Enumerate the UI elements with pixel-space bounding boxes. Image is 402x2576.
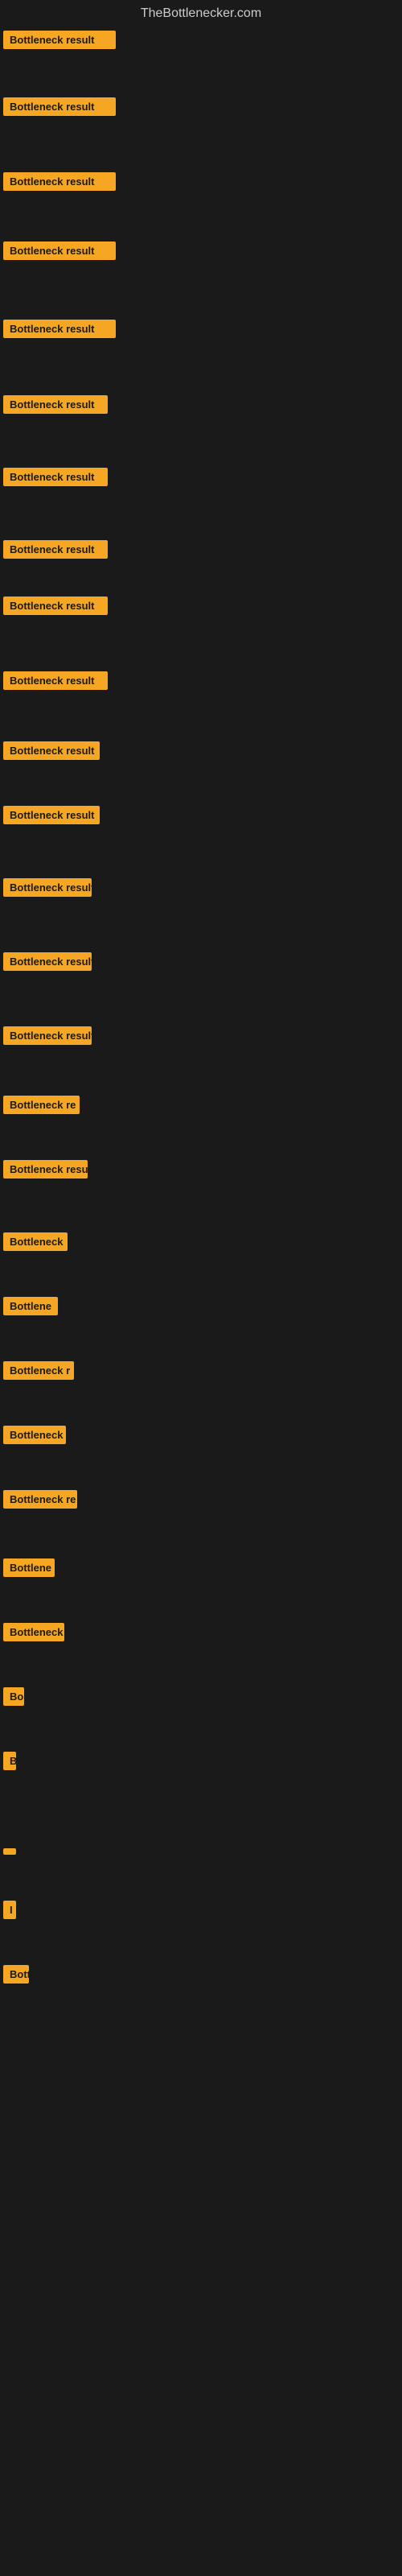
bottleneck-label: Bottlene <box>3 1297 58 1315</box>
bottleneck-item: Bottleneck result <box>3 952 92 975</box>
bottleneck-item: Bottleneck result <box>3 806 100 828</box>
bottleneck-label: Bottleneck result <box>3 1026 92 1045</box>
bottleneck-label: Bott <box>3 1965 29 1984</box>
bottleneck-item: Bottlene <box>3 1297 58 1319</box>
bottleneck-label: Bottleneck result <box>3 952 92 971</box>
bottleneck-label: Bottleneck result <box>3 172 116 191</box>
bottleneck-label: Bottleneck result <box>3 741 100 760</box>
bottleneck-item: Bottleneck r <box>3 1361 74 1384</box>
bottleneck-label: Bottleneck result <box>3 671 108 690</box>
bottleneck-item: Bottleneck <box>3 1232 68 1255</box>
bottleneck-item: Bottleneck result <box>3 97 116 120</box>
bottleneck-item: Bo <box>3 1687 24 1710</box>
bottleneck-label <box>3 1848 16 1855</box>
bottleneck-item: Bottleneck result <box>3 172 116 195</box>
bottleneck-item: Bottleneck result <box>3 741 100 764</box>
site-title: TheBottlenecker.com <box>0 0 402 31</box>
bottleneck-item <box>3 1844 16 1859</box>
bottleneck-label: Bottleneck result <box>3 878 92 897</box>
bottleneck-item: Bottleneck result <box>3 31 116 53</box>
bottleneck-item: I <box>3 1901 16 1923</box>
bottleneck-item: Bottleneck result <box>3 540 108 563</box>
bottleneck-item: Bottleneck re <box>3 1096 80 1118</box>
bottleneck-label: Bottleneck result <box>3 468 108 486</box>
bottleneck-item: Bottleneck result <box>3 597 108 619</box>
bottleneck-item: Bottleneck re <box>3 1490 77 1513</box>
bottleneck-label: Bottleneck result <box>3 806 100 824</box>
bottleneck-label: Bottleneck result <box>3 597 108 615</box>
bottleneck-label: Bottleneck result <box>3 395 108 414</box>
bottleneck-item: Bottleneck resul <box>3 1160 88 1183</box>
bottleneck-label: Bottleneck result <box>3 242 116 260</box>
bottleneck-label: Bottleneck result <box>3 540 108 559</box>
bottleneck-label: Bottleneck resul <box>3 1160 88 1179</box>
bottleneck-label: Bottleneck re <box>3 1096 80 1114</box>
bottleneck-label: Bo <box>3 1687 24 1706</box>
bottleneck-item: Bottleneck result <box>3 320 116 342</box>
bottleneck-item: Bott <box>3 1965 29 1988</box>
bottleneck-item: B <box>3 1752 16 1774</box>
bottleneck-item: Bottleneck result <box>3 1026 92 1049</box>
bottleneck-label: I <box>3 1901 16 1919</box>
bottleneck-label: Bottleneck result <box>3 31 116 49</box>
bottleneck-label: B <box>3 1752 16 1770</box>
bottleneck-item: Bottleneck <box>3 1623 64 1645</box>
bottleneck-label: Bottlene <box>3 1558 55 1577</box>
bottleneck-item: Bottleneck <box>3 1426 66 1448</box>
bottleneck-item: Bottleneck result <box>3 468 108 490</box>
bottleneck-label: Bottleneck <box>3 1426 66 1444</box>
bottleneck-item: Bottleneck result <box>3 395 108 418</box>
bottleneck-label: Bottleneck result <box>3 97 116 116</box>
bottleneck-item: Bottleneck result <box>3 878 92 901</box>
bottleneck-item: Bottleneck result <box>3 242 116 264</box>
bottleneck-label: Bottleneck <box>3 1232 68 1251</box>
bottleneck-label: Bottleneck result <box>3 320 116 338</box>
bottleneck-item: Bottlene <box>3 1558 55 1581</box>
bottleneck-label: Bottleneck r <box>3 1361 74 1380</box>
bottleneck-label: Bottleneck re <box>3 1490 77 1509</box>
bottleneck-item: Bottleneck result <box>3 671 108 694</box>
bottleneck-label: Bottleneck <box>3 1623 64 1641</box>
